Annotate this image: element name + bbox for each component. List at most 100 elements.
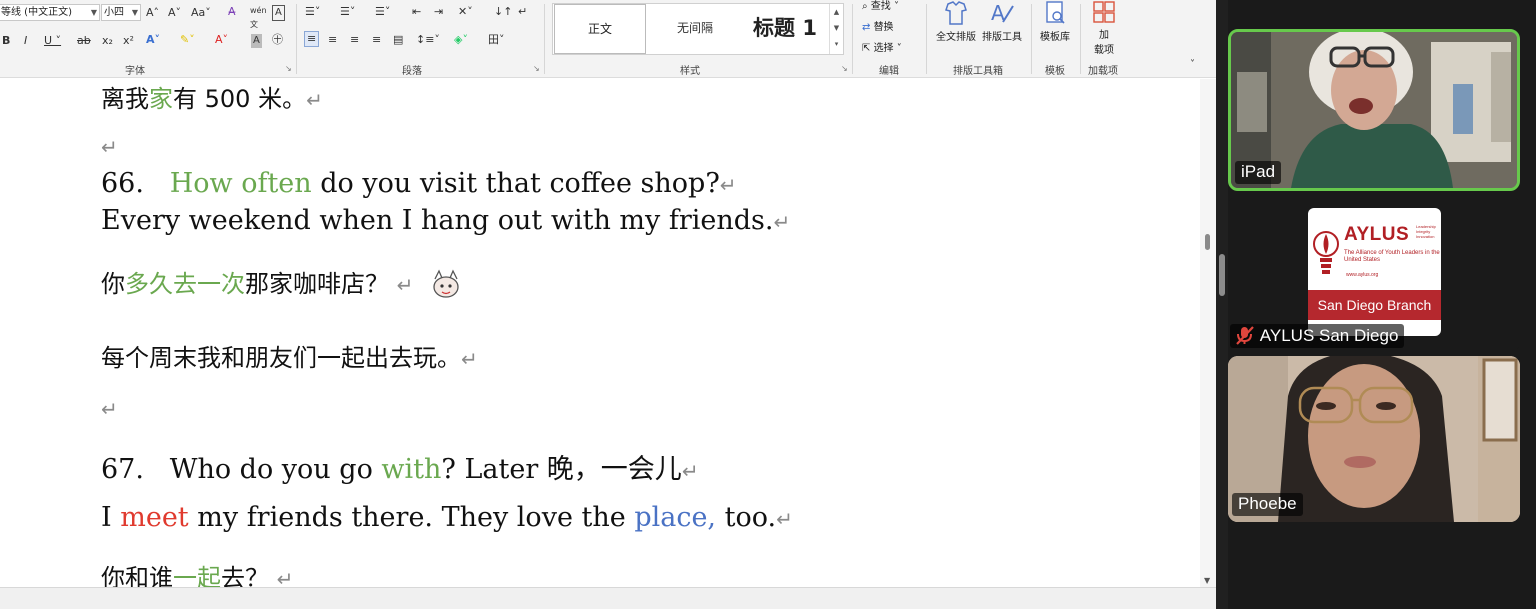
doc-line: I meet my friends there. They love the p… — [101, 502, 793, 533]
doc-line: ↵ — [101, 397, 118, 421]
text-run-green: 家 — [149, 85, 173, 113]
group-divider — [852, 4, 853, 74]
participant-name: AYLUS San Diego — [1259, 326, 1399, 345]
chinese-layout-icon[interactable]: ✕˅ — [458, 5, 473, 19]
bold-icon[interactable]: B — [2, 34, 10, 48]
doc-line: 66. How often do you visit that coffee s… — [101, 168, 737, 199]
document-page[interactable]: 离我家有 500 米。↵ ↵ 66. How often do you visi… — [0, 79, 1200, 587]
borders-icon[interactable]: 田˅ — [488, 33, 505, 47]
strikethrough-icon[interactable]: ab — [77, 34, 91, 48]
shading-icon[interactable]: ◈˅ — [454, 33, 468, 47]
text-run: do you visit that coffee shop? — [311, 168, 720, 199]
addins-label-2: 载项 — [1094, 45, 1114, 56]
scrollbar-thumb[interactable] — [1205, 234, 1210, 250]
style-normal[interactable]: 正文 — [554, 4, 646, 54]
shirt-icon — [945, 1, 967, 25]
text-effects-icon[interactable]: A˅ — [146, 33, 160, 47]
superscript-icon[interactable]: x² — [123, 34, 134, 48]
align-left-icon[interactable]: ≡ — [304, 31, 320, 47]
word-window: 等线 (中文正文) ▼ 小四 ▼ A˄ A˅ Aa˅ A̶ wén 文 A B I U… — [0, 0, 1216, 609]
group-divider — [1080, 4, 1081, 74]
dialog-launcher-icon[interactable]: ↘ — [285, 64, 292, 73]
shrink-font-icon[interactable]: A˅ — [168, 6, 181, 20]
underline-icon[interactable]: U ˅ — [44, 34, 61, 48]
line-spacing-icon[interactable]: ↕≡˅ — [416, 33, 440, 47]
paragraph-mark: ↵ — [306, 88, 323, 112]
change-case-icon[interactable]: Aa˅ — [191, 6, 211, 20]
replace-button[interactable]: ⇄ 替换 — [862, 21, 894, 35]
paragraph-mark: ↵ — [276, 567, 294, 587]
group-divider — [544, 4, 545, 74]
text-run: Who do you go — [169, 454, 382, 485]
paragraph-mark: ↵ — [719, 173, 737, 197]
video-tile-aylus[interactable]: AYLUS Leadership Integrity Innovation Th… — [1228, 196, 1520, 352]
show-marks-icon[interactable]: ↵ — [518, 5, 527, 19]
template-lib-button[interactable]: 模板库 — [1036, 0, 1074, 43]
phonetic-guide-icon[interactable]: wén 文 — [250, 4, 267, 32]
template-group-label: 模板 — [1045, 66, 1065, 77]
text-run: my friends there. They love the — [188, 502, 635, 533]
doc-line: 每个周末我和朋友们一起出去玩。↵ — [101, 338, 478, 373]
template-lib-label: 模板库 — [1040, 32, 1070, 43]
align-center-icon[interactable]: ≡ — [328, 33, 337, 47]
doc-line: 你多久去一次那家咖啡店？ ↵ — [101, 264, 463, 301]
scroll-down-icon[interactable]: ▼ — [1204, 576, 1210, 585]
justify-icon[interactable]: ≡ — [372, 33, 381, 47]
font-size-select[interactable]: 小四 ▼ — [101, 4, 141, 21]
bullets-icon[interactable]: ☰˅ — [305, 5, 320, 19]
sort-icon[interactable]: ↓↑ — [494, 5, 512, 19]
clear-format-icon[interactable]: A̶ — [228, 5, 236, 19]
char-shading-icon[interactable]: A — [251, 34, 262, 48]
layout-toolbox-group-label: 排版工具箱 — [953, 66, 1003, 77]
select-button[interactable]: ⇱ 选择 ˅ — [862, 42, 902, 56]
aylus-logo: AYLUS Leadership Integrity Innovation Th… — [1308, 208, 1441, 336]
text-run-green: with — [381, 454, 442, 485]
style-heading-1[interactable]: 标题 1 — [743, 4, 827, 54]
styles-gallery: 正文 无间隔 标题 1 ▲ ▼ ▾ — [552, 3, 844, 55]
full-layout-label: 全文排版 — [936, 32, 976, 43]
text-run: 每个周末我和朋友们一起出去玩。 — [101, 344, 461, 372]
collapse-ribbon-icon[interactable]: ˅ — [1190, 58, 1195, 72]
decrease-indent-icon[interactable]: ⇤ — [412, 5, 421, 19]
distributed-icon[interactable]: ▤ — [393, 33, 403, 47]
find-button[interactable]: ⌕ 查找 ˅ — [862, 0, 899, 14]
doc-line: 67. Who do you go with? Later 晚，一会儿↵ — [101, 447, 699, 486]
multilevel-list-icon[interactable]: ☰˅ — [375, 5, 390, 19]
status-bar — [0, 587, 1216, 609]
search-icon: ⌕ — [862, 1, 871, 12]
chevron-down-icon: ▼ — [131, 8, 138, 17]
highlight-icon[interactable]: ✎˅ — [180, 33, 195, 47]
char-border-icon[interactable]: A — [272, 5, 285, 21]
styles-scroll[interactable]: ▲ ▼ ▾ — [829, 4, 843, 54]
font-color-icon[interactable]: A˅ — [215, 33, 228, 47]
addins-button[interactable]: 加 载项 — [1087, 0, 1121, 56]
font-name-select[interactable]: 等线 (中文正文) ▼ — [0, 4, 100, 21]
text-run: 你 — [101, 270, 125, 298]
select-label: 选择 — [873, 43, 894, 54]
dialog-launcher-icon[interactable]: ↘ — [533, 64, 540, 73]
dialog-launcher-icon[interactable]: ↘ — [841, 64, 848, 73]
paragraph-mark: ↵ — [773, 210, 791, 234]
resize-handle[interactable] — [1219, 254, 1225, 296]
grow-font-icon[interactable]: A˄ — [146, 6, 159, 20]
style-no-spacing[interactable]: 无间隔 — [649, 4, 741, 54]
font-name-value: 等线 (中文正文) — [1, 7, 72, 18]
enclose-char-icon[interactable]: ㊉ — [272, 33, 283, 47]
replace-label: 替换 — [873, 22, 894, 33]
numbering-icon[interactable]: ☰˅ — [340, 5, 355, 19]
text-run: 去？ — [221, 564, 269, 587]
italic-icon[interactable]: I — [24, 34, 27, 48]
paragraph-mark: ↵ — [396, 273, 414, 297]
pen-a-icon: A — [991, 1, 1014, 25]
subscript-icon[interactable]: x₂ — [102, 34, 113, 48]
doc-line: Every weekend when I hang out with my fr… — [101, 205, 790, 236]
align-right-icon[interactable]: ≡ — [350, 33, 359, 47]
video-tile-ipad[interactable]: iPad — [1228, 29, 1520, 191]
vertical-scrollbar[interactable]: ▼ — [1200, 79, 1216, 587]
video-tile-phoebe[interactable]: Phoebe — [1228, 356, 1520, 522]
lightbulb-icon — [1313, 231, 1339, 274]
panel-divider[interactable] — [1216, 0, 1228, 609]
full-layout-button[interactable]: 全文排版 — [934, 0, 978, 43]
increase-indent-icon[interactable]: ⇥ — [434, 5, 443, 19]
layout-tool-button[interactable]: A 排版工具 — [980, 0, 1024, 43]
